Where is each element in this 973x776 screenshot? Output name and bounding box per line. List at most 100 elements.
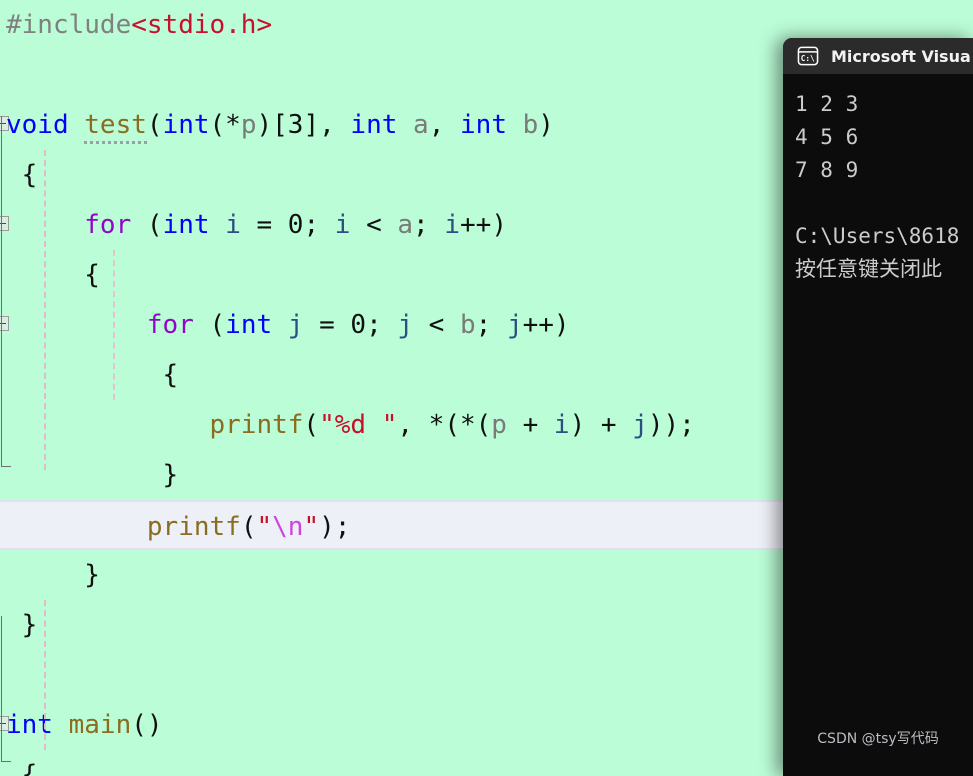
code-token: a <box>413 110 429 140</box>
fold-run-test-function <box>1 116 2 466</box>
code-token: j <box>506 310 523 340</box>
code-line-text: for (int j = 0; j < b; j++) <box>0 300 570 350</box>
code-token: printf <box>209 410 304 440</box>
code-token: ); <box>319 512 351 542</box>
code-token: \n <box>272 512 304 542</box>
code-token: } <box>6 610 38 640</box>
code-token: { <box>6 260 100 290</box>
watermark-text: CSDN @tsy写代码 <box>817 731 939 747</box>
code-line-text: { <box>0 350 179 400</box>
code-line-text: { <box>0 250 100 300</box>
code-token: a <box>397 210 414 240</box>
code-token: p <box>491 410 507 440</box>
code-token: main <box>68 710 132 740</box>
code-token: + <box>506 410 554 440</box>
console-output-line: 4 5 6 <box>795 125 859 149</box>
code-token: = 0; <box>303 310 398 340</box>
code-token: ) + <box>569 410 633 440</box>
code-token: )[3], <box>256 110 351 140</box>
code-token: " <box>303 512 320 542</box>
code-line-text: { <box>0 750 38 776</box>
console-output-line: C:\Users\8618 <box>795 224 960 248</box>
code-token: ( <box>131 210 163 240</box>
code-token: test <box>84 110 147 144</box>
code-line-text: printf("%d ", *(*(p + i) + j)); <box>0 400 695 450</box>
code-line-text: for (int i = 0; i < a; i++) <box>0 200 507 250</box>
code-line-text: printf("\n"); <box>0 502 351 552</box>
code-token: int <box>350 110 398 140</box>
code-token: j <box>287 310 304 340</box>
console-window[interactable]: C:\ Microsoft Visua 1 2 3 4 5 6 7 8 9 C:\Us… <box>783 38 973 776</box>
console-titlebar[interactable]: C:\ Microsoft Visua <box>783 38 973 74</box>
code-token: int <box>162 110 210 140</box>
code-token: ( <box>240 512 257 542</box>
code-token: b <box>460 310 476 340</box>
code-token: j <box>397 310 414 340</box>
code-token: ( <box>146 110 163 140</box>
code-line-text: } <box>0 450 179 500</box>
fold-run-main-function <box>1 616 2 761</box>
code-token: int <box>162 210 210 240</box>
code-token: " <box>256 512 273 542</box>
indent-guide-level1 <box>44 150 46 470</box>
fold-run-main-function-end <box>1 761 11 762</box>
console-output-line: 1 2 3 <box>795 92 859 116</box>
code-token: { <box>6 360 179 390</box>
svg-text:C:\: C:\ <box>801 54 815 63</box>
code-token: , <box>428 110 461 140</box>
code-token: printf <box>146 512 241 542</box>
code-token: i <box>225 210 241 240</box>
code-token: i <box>553 410 570 440</box>
code-token: int <box>460 110 507 140</box>
code-token: i <box>444 210 461 240</box>
code-token: (* <box>209 110 241 140</box>
code-line-text: #include<stdio.h> <box>0 0 272 50</box>
code-token: } <box>6 560 100 590</box>
code-token: <stdio.h> <box>131 10 273 40</box>
code-token: #include <box>6 10 132 40</box>
code-token: for <box>84 210 132 240</box>
code-line-text: int main() <box>0 700 163 750</box>
code-token: )); <box>647 410 695 440</box>
code-token: for <box>146 310 194 340</box>
screenshot-root: #include<stdio.h> void test(int(*p)[3], i… <box>0 0 973 776</box>
code-line-text: } <box>0 550 100 600</box>
console-output: 1 2 3 4 5 6 7 8 9 C:\Users\8618 按任意键关闭此 <box>783 74 973 286</box>
code-token: "%d " <box>319 410 398 440</box>
indent-guide-level2 <box>113 250 115 400</box>
code-token: b <box>522 110 539 140</box>
indent-guide-main-level1 <box>44 600 46 750</box>
code-line-text: { <box>0 150 38 200</box>
console-output-line: 按任意键关闭此 <box>795 257 942 281</box>
code-token: i <box>334 210 351 240</box>
code-token: { <box>6 160 38 190</box>
code-token: < <box>350 210 398 240</box>
code-token: = 0; <box>240 210 335 240</box>
code-token: { <box>6 760 38 776</box>
code-token: () <box>131 710 163 740</box>
code-token: ( <box>193 310 226 340</box>
code-token: ++) <box>460 210 507 240</box>
code-token: ( <box>303 410 320 440</box>
code-token: int <box>225 310 273 340</box>
console-title-text: Microsoft Visua <box>831 46 971 66</box>
code-token: ; <box>475 310 507 340</box>
console-cmd-icon: C:\ <box>797 46 819 66</box>
code-token: p <box>240 110 257 140</box>
code-token: < <box>413 310 460 340</box>
code-token: j <box>632 410 648 440</box>
code-token: , *(*( <box>397 410 492 440</box>
console-output-line: 7 8 9 <box>795 158 859 182</box>
code-token: ++) <box>522 310 570 340</box>
code-token: ; <box>413 210 445 240</box>
